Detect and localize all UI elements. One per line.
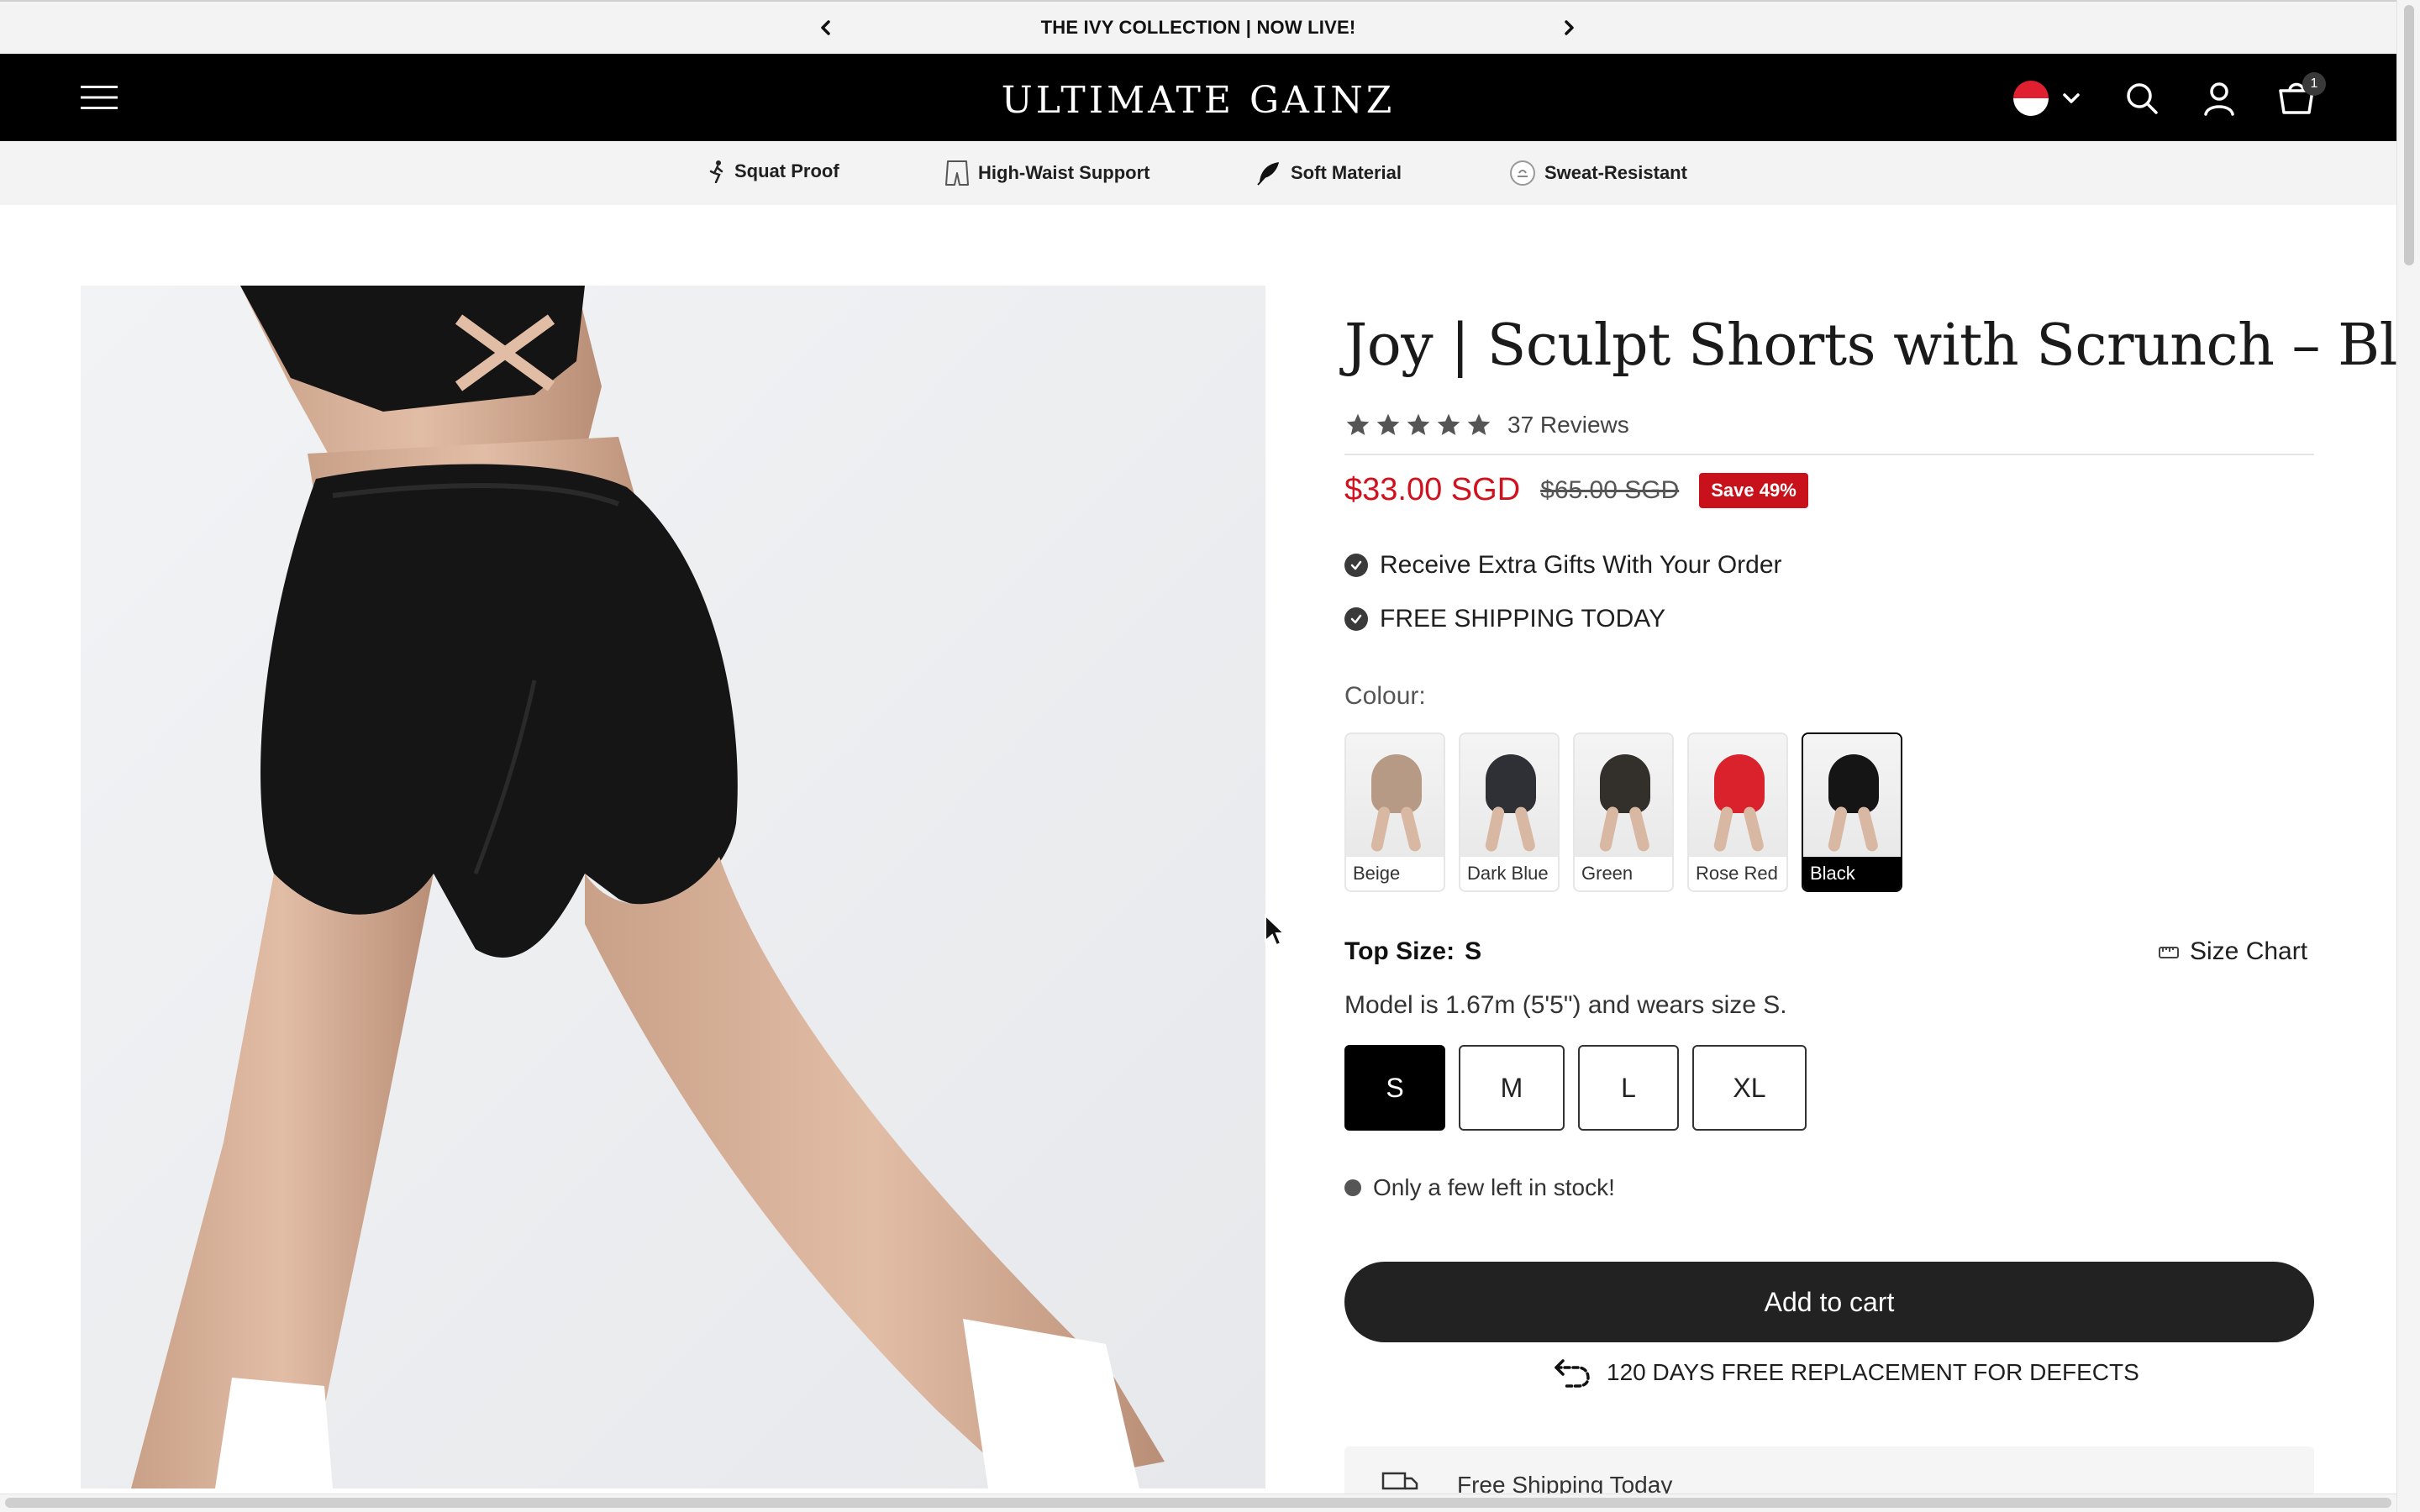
swatch-label: Black xyxy=(1803,857,1901,890)
feature-high-waist-support: High-Waist Support xyxy=(944,160,1150,186)
swatch-thumbnail xyxy=(1460,734,1558,857)
account-icon[interactable] xyxy=(2200,79,2238,118)
price-row: $33.00 SGD $65.00 SGD Save 49% xyxy=(1344,472,1808,508)
mouse-cursor-icon xyxy=(1265,914,1286,947)
reviews-link[interactable]: 37 Reviews xyxy=(1507,412,1629,438)
sale-price: $33.00 SGD xyxy=(1344,472,1521,507)
announcement-next-button[interactable] xyxy=(1556,15,1581,40)
perk-gifts: Receive Extra Gifts With Your Order xyxy=(1344,551,1782,580)
size-option-l[interactable]: L xyxy=(1578,1045,1679,1131)
perk-text: FREE SHIPPING TODAY xyxy=(1380,605,1666,633)
running-figure-icon xyxy=(709,160,723,183)
colour-swatch-black[interactable]: Black xyxy=(1802,732,1902,892)
features-bar: Squat Proof High-Waist Support Soft Mate… xyxy=(0,141,2396,205)
colour-swatch-dark-blue[interactable]: Dark Blue xyxy=(1459,732,1560,892)
feature-sweat-resistant: Sweat-Resistant xyxy=(1509,160,1687,186)
swatch-thumbnail xyxy=(1689,734,1786,857)
feather-icon xyxy=(1257,162,1279,186)
check-circle-icon xyxy=(1344,554,1368,577)
announcement-text[interactable]: THE IVY COLLECTION | NOW LIVE! xyxy=(0,17,2396,39)
model-size-note: Model is 1.67m (5'5") and wears size S. xyxy=(1344,991,1787,1019)
vertical-scrollbar[interactable] xyxy=(2396,0,2420,1512)
return-arrow-icon xyxy=(1555,1359,1590,1388)
swatch-label: Beige xyxy=(1346,857,1444,890)
shipping-info-card[interactable]: Free Shipping Today xyxy=(1344,1446,2314,1497)
horizontal-scrollbar[interactable] xyxy=(0,1494,2396,1512)
feature-label: Squat Proof xyxy=(734,160,839,181)
colour-label: Colour: xyxy=(1344,682,1426,710)
feature-label: Soft Material xyxy=(1291,162,1402,183)
scrollbar-thumb[interactable] xyxy=(5,1498,2391,1508)
scrollbar-thumb[interactable] xyxy=(2404,5,2414,265)
swatch-thumbnail xyxy=(1346,734,1444,857)
ruler-icon xyxy=(2159,947,2179,958)
singapore-flag-icon[interactable] xyxy=(2013,81,2049,116)
swatch-thumbnail xyxy=(1575,734,1672,857)
check-circle-icon xyxy=(1344,607,1368,631)
colour-swatch-rose-red[interactable]: Rose Red xyxy=(1687,732,1788,892)
swatch-label: Dark Blue xyxy=(1460,857,1558,890)
chevron-right-icon xyxy=(1565,20,1574,35)
colour-swatch-beige[interactable]: Beige xyxy=(1344,732,1445,892)
stock-text: Only a few left in stock! xyxy=(1373,1174,1615,1200)
product-title: Joy | Sculpt Shorts with Scrunch – Black xyxy=(1344,312,2420,379)
size-option-s[interactable]: S xyxy=(1344,1045,1445,1131)
save-badge: Save 49% xyxy=(1699,472,1808,508)
feature-label: Sweat-Resistant xyxy=(1544,162,1687,183)
shorts-icon xyxy=(945,160,969,186)
size-chart-label: Size Chart xyxy=(2190,937,2308,965)
size-chart-link[interactable]: Size Chart xyxy=(2158,937,2307,966)
feature-soft-material: Soft Material xyxy=(1255,160,1402,186)
size-option-xl[interactable]: XL xyxy=(1692,1045,1807,1131)
perk-text: Receive Extra Gifts With Your Order xyxy=(1380,551,1782,579)
cart-count-badge: 1 xyxy=(2302,72,2326,96)
stock-dot-icon xyxy=(1344,1179,1361,1196)
droplet-badge-icon xyxy=(1510,160,1535,186)
chevron-down-icon[interactable] xyxy=(2060,87,2082,109)
swatch-label: Green xyxy=(1575,857,1672,890)
size-options: S M L XL xyxy=(1344,1045,1807,1131)
star-icon xyxy=(1437,413,1460,435)
product-photo-illustration xyxy=(81,286,1265,1488)
search-icon[interactable] xyxy=(2123,79,2161,118)
size-label-text: Top Size: xyxy=(1344,937,1455,965)
colour-swatch-green[interactable]: Green xyxy=(1573,732,1674,892)
add-to-cart-button[interactable]: Add to cart xyxy=(1344,1262,2314,1342)
star-icon xyxy=(1407,413,1430,435)
replacement-note: 120 DAYS FREE REPLACEMENT FOR DEFECTS xyxy=(1553,1356,2139,1389)
size-option-m[interactable]: M xyxy=(1459,1045,1565,1131)
swatch-thumbnail xyxy=(1803,734,1901,857)
size-label: Top Size: S xyxy=(1344,937,1481,966)
replacement-text: 120 DAYS FREE REPLACEMENT FOR DEFECTS xyxy=(1607,1359,2139,1385)
star-icon xyxy=(1376,413,1400,435)
product-rating[interactable]: 37 Reviews xyxy=(1344,412,1629,438)
selected-size-value: S xyxy=(1465,937,1482,965)
product-main-image[interactable] xyxy=(81,286,1265,1488)
compare-price: $65.00 SGD xyxy=(1540,475,1680,504)
star-icon xyxy=(1346,413,1370,435)
star-icon xyxy=(1467,413,1491,435)
feature-label: High-Waist Support xyxy=(978,162,1150,183)
site-header: ULTIMATE GAINZ xyxy=(0,54,2396,141)
announcement-bar: THE IVY COLLECTION | NOW LIVE! xyxy=(0,0,2396,54)
perk-shipping: FREE SHIPPING TODAY xyxy=(1344,605,1665,633)
swatch-label: Rose Red xyxy=(1689,857,1786,890)
colour-swatches: Beige Dark Blue Green Rose Red Black xyxy=(1344,732,1902,892)
divider xyxy=(1344,454,2314,455)
stock-indicator: Only a few left in stock! xyxy=(1344,1174,1615,1201)
feature-squat-proof: Squat Proof xyxy=(708,160,839,183)
